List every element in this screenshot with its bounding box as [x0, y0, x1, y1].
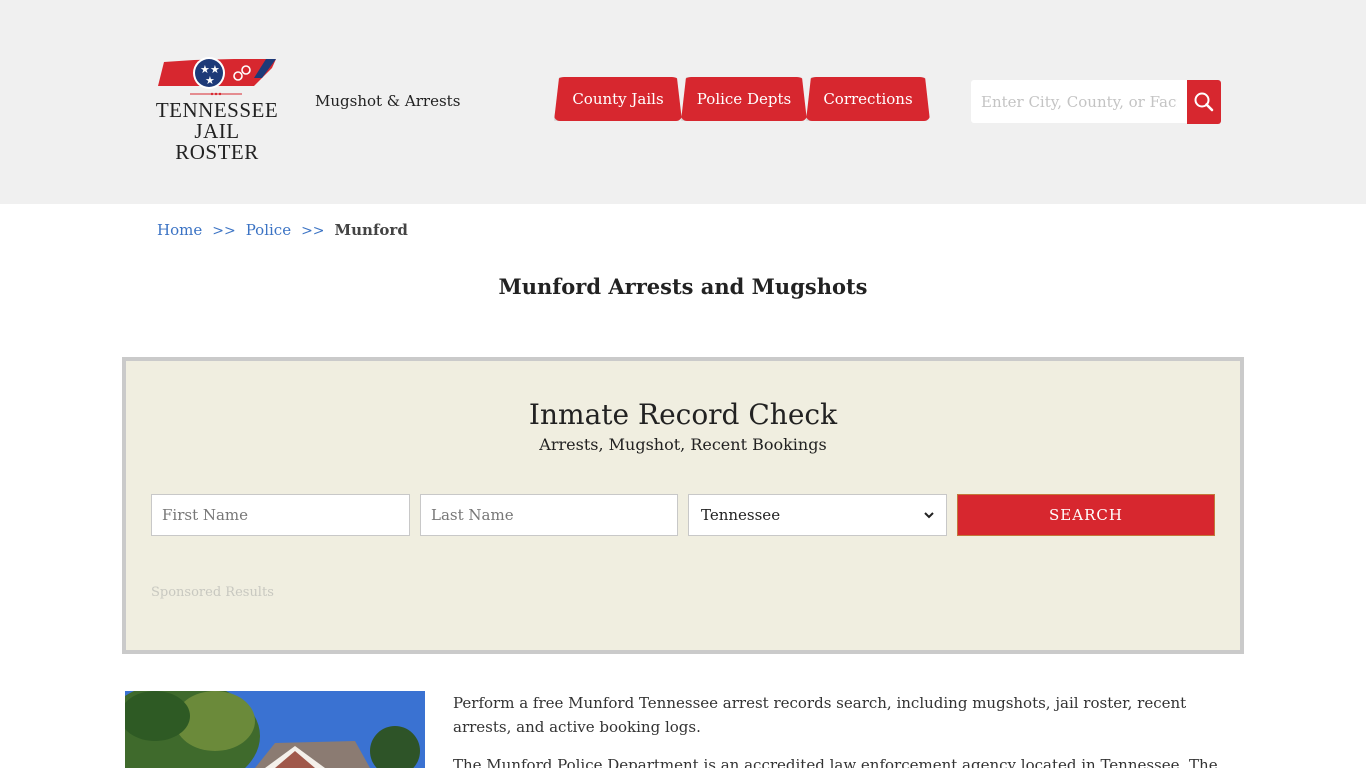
site-header: ★ ★ ★ TENNESSEE JAIL ROSTER Mugshot & Ar… — [0, 0, 1366, 204]
site-tagline: Mugshot & Arrests — [315, 92, 461, 110]
logo-line-2: JAIL ROSTER — [175, 119, 259, 164]
search-submit-button[interactable]: SEARCH — [957, 494, 1215, 536]
nav-tab-police-depts[interactable]: Police Depts — [681, 77, 807, 121]
logo-text: TENNESSEE JAIL ROSTER — [154, 100, 280, 163]
tennessee-state-flag-handcuffs-icon: ★ ★ ★ — [158, 57, 276, 96]
state-select-value: Tennessee — [701, 506, 781, 524]
sponsored-results-label: Sponsored Results — [151, 585, 274, 600]
breadcrumb-separator: >> — [301, 223, 325, 239]
inmate-record-check-panel: Inmate Record Check Arrests, Mugshot, Re… — [122, 357, 1244, 654]
panel-title: Inmate Record Check — [528, 398, 838, 431]
nav-tab-county-jails[interactable]: County Jails — [554, 77, 682, 121]
police-building-photo — [125, 691, 425, 768]
facility-search-input[interactable] — [971, 80, 1187, 123]
logo-line-1: TENNESSEE — [155, 98, 279, 122]
police-building-image — [125, 691, 425, 768]
state-select[interactable]: Tennessee — [688, 494, 947, 536]
breadcrumb: Home >> Police >> Munford — [157, 221, 408, 239]
search-icon — [1194, 92, 1214, 112]
search-button[interactable] — [1187, 80, 1221, 124]
site-logo[interactable]: ★ ★ ★ TENNESSEE JAIL ROSTER — [154, 56, 282, 163]
svg-text:★: ★ — [205, 74, 215, 87]
page-title: Munford Arrests and Mugshots — [498, 274, 868, 299]
breadcrumb-police[interactable]: Police — [246, 221, 291, 239]
first-name-input[interactable] — [151, 494, 410, 536]
nav-tab-corrections[interactable]: Corrections — [806, 77, 930, 121]
breadcrumb-current: Munford — [334, 221, 408, 239]
last-name-input[interactable] — [420, 494, 678, 536]
intro-paragraph: Perform a free Munford Tennessee arrest … — [453, 694, 1187, 736]
intro-paragraph: The Munford Police Department is an accr… — [453, 756, 1218, 768]
chevron-down-icon — [924, 512, 934, 519]
breadcrumb-separator: >> — [212, 223, 236, 239]
intro-text: Perform a free Munford Tennessee arrest … — [453, 691, 1248, 768]
breadcrumb-home[interactable]: Home — [157, 221, 202, 239]
panel-subtitle: Arrests, Mugshot, Recent Bookings — [539, 435, 827, 454]
